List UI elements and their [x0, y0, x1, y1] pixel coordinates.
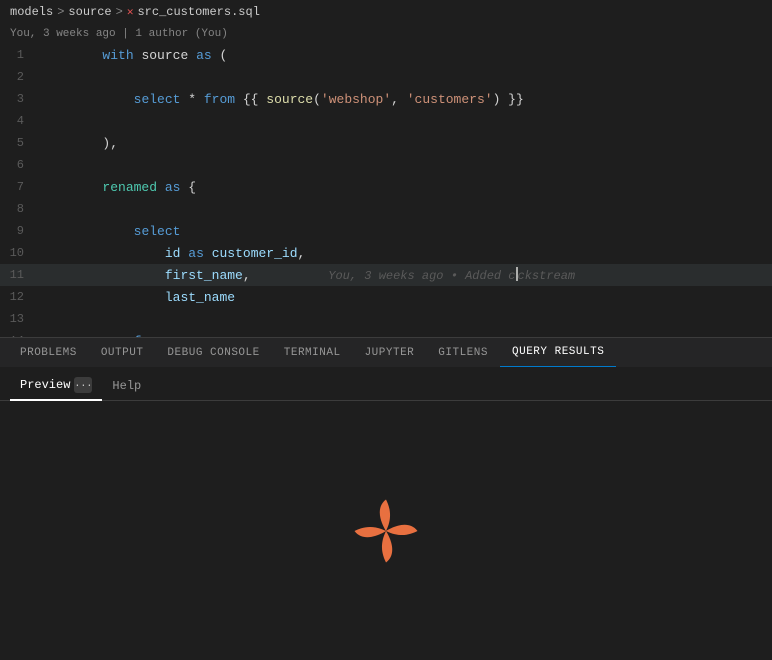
preview-label: Preview: [20, 378, 70, 392]
tab-output[interactable]: OUTPUT: [89, 338, 156, 368]
line-num-5: 5: [0, 136, 36, 150]
line-num-4: 4: [0, 114, 36, 128]
breadcrumb-source[interactable]: source: [68, 5, 111, 19]
tab-terminal[interactable]: TERMINAL: [272, 338, 353, 368]
git-blame-bar: You, 3 weeks ago | 1 author (You): [0, 24, 772, 44]
breadcrumb-sep2: >: [116, 5, 123, 19]
line-num-8: 8: [0, 202, 36, 216]
panel-tab-help[interactable]: Help: [102, 371, 151, 401]
line-num-14: 14: [0, 334, 36, 337]
git-blame-text: You, 3 weeks ago | 1 author (You): [10, 28, 228, 40]
breadcrumb-sep1: >: [57, 5, 64, 19]
panel-body: [0, 401, 772, 660]
line-num-2: 2: [0, 70, 36, 84]
file-close-icon: ✕: [127, 5, 134, 19]
line-num-11: 11: [0, 268, 36, 282]
panel-subtabs: Preview ... Help: [0, 367, 772, 401]
tab-jupyter[interactable]: JUPYTER: [353, 338, 427, 368]
line-num-12: 12: [0, 290, 36, 304]
line-num-7: 7: [0, 180, 36, 194]
tab-debug-console[interactable]: DEBUG CONSOLE: [155, 338, 271, 368]
breadcrumb-filename[interactable]: src_customers.sql: [137, 5, 259, 19]
line-num-1: 1: [0, 48, 36, 62]
app-container: models > source > ✕ src_customers.sql Yo…: [0, 0, 772, 660]
code-line-14: 14 from source: [0, 330, 772, 337]
tab-gitlens[interactable]: GITLENS: [426, 338, 500, 368]
breadcrumb-models[interactable]: models: [10, 5, 53, 19]
code-line-7: 7 renamed as {: [0, 176, 772, 198]
code-line-3: 3 select * from {{ source('webshop', 'cu…: [0, 88, 772, 110]
line-num-6: 6: [0, 158, 36, 172]
code-content-14[interactable]: from source: [36, 319, 772, 338]
code-line-12: 12 last_name: [0, 286, 772, 308]
panel-tab-bar: PROBLEMS OUTPUT DEBUG CONSOLE TERMINAL J…: [0, 337, 772, 367]
panel-tab-preview[interactable]: Preview ...: [10, 371, 102, 401]
code-line-1: 1 with source as (: [0, 44, 772, 66]
breadcrumb: models > source > ✕ src_customers.sql: [0, 0, 772, 24]
tab-problems[interactable]: PROBLEMS: [8, 338, 89, 368]
line-num-9: 9: [0, 224, 36, 238]
code-editor: 1 with source as ( 2 3 select * from {{ …: [0, 44, 772, 337]
line-num-3: 3: [0, 92, 36, 106]
panel-container: Preview ... Help: [0, 367, 772, 660]
preview-dots[interactable]: ...: [74, 377, 92, 393]
dots-label: ...: [74, 379, 92, 390]
line-num-13: 13: [0, 312, 36, 326]
ninja-star-icon: [351, 496, 421, 566]
code-line-5: 5 ),: [0, 132, 772, 154]
help-label: Help: [112, 379, 141, 393]
tab-query-results[interactable]: QUERY RESULTS: [500, 338, 616, 368]
line-num-10: 10: [0, 246, 36, 260]
